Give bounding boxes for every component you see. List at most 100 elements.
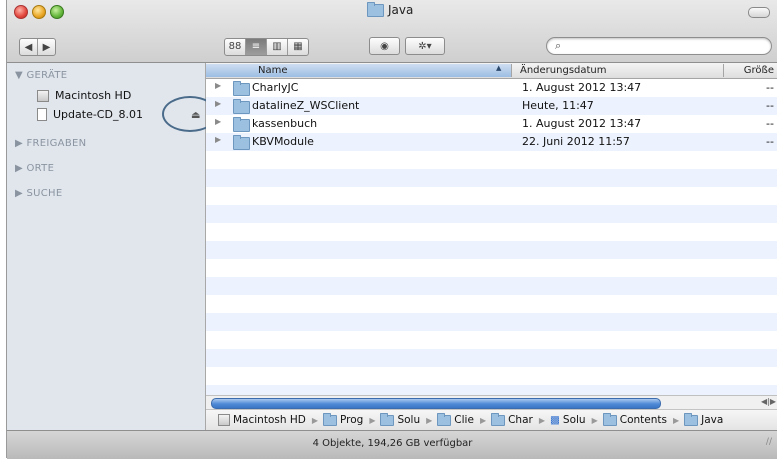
sidebar-header-devices[interactable]: ▼ GERÄTE (15, 70, 67, 81)
forward-button[interactable]: ▶ (38, 42, 55, 53)
coverflow-view-button[interactable]: ▦ (288, 39, 308, 55)
folder-icon (233, 81, 250, 96)
file-row[interactable]: ▶ CharlyJC 1. August 2012 13:47 -- (206, 79, 777, 97)
folder-icon (684, 412, 699, 426)
column-header-name[interactable]: Name (206, 64, 512, 77)
file-row[interactable]: ▶ datalineZ_WSClient Heute, 11:47 -- (206, 97, 777, 115)
disclosure-triangle-icon[interactable]: ▶ (215, 99, 221, 108)
empty-row (206, 313, 777, 331)
sidebar-header-search[interactable]: ▶ SUCHE (15, 188, 62, 199)
search-icon: ⌕ (555, 39, 562, 52)
icon-view-button[interactable]: 88 (225, 39, 246, 55)
folder-icon (602, 412, 617, 426)
gear-icon: ✲▾ (418, 40, 432, 52)
empty-row (206, 187, 777, 205)
back-button[interactable]: ◀ (20, 42, 37, 53)
empty-row (206, 367, 777, 385)
close-window-button[interactable] (14, 5, 28, 19)
path-item[interactable]: Char ▶ (491, 412, 548, 426)
window-title-text: Java (388, 3, 414, 17)
empty-row (206, 169, 777, 187)
search-input[interactable] (569, 39, 763, 53)
file-date: 1. August 2012 13:47 (522, 81, 642, 94)
empty-row (206, 295, 777, 313)
column-header-date[interactable]: Änderungsdatum (514, 64, 724, 77)
folder-icon (380, 412, 395, 426)
file-date: 22. Juni 2012 11:57 (522, 135, 630, 148)
disclosure-triangle-icon[interactable]: ▶ (215, 81, 221, 90)
empty-row (206, 331, 777, 349)
column-header: Name ▲ Änderungsdatum Größe (206, 63, 777, 79)
file-name: kassenbuch (252, 117, 318, 130)
file-row[interactable]: ▶ kassenbuch 1. August 2012 13:47 -- (206, 115, 777, 133)
column-view-button[interactable]: ▥ (267, 39, 288, 55)
folder-icon (437, 412, 452, 426)
zoom-window-button[interactable] (50, 5, 64, 19)
file-size: -- (766, 99, 774, 112)
path-item[interactable]: Macintosh HD ▶ (218, 414, 321, 426)
empty-row (206, 205, 777, 223)
file-row[interactable]: ▶ KBVModule 22. Juni 2012 11:57 -- (206, 133, 777, 151)
folder-icon (233, 117, 250, 132)
folder-icon (367, 1, 384, 17)
toolbar-toggle-button[interactable] (748, 7, 770, 18)
file-size: -- (766, 135, 774, 148)
sidebar-item-macintosh-hd[interactable]: Macintosh HD (37, 89, 131, 102)
disk-icon (37, 108, 47, 121)
folder-icon (233, 135, 250, 150)
drive-icon (218, 414, 230, 426)
empty-row (206, 241, 777, 259)
disclosure-triangle-icon[interactable]: ▶ (215, 117, 221, 126)
folder-icon (322, 412, 337, 426)
path-item[interactable]: ▩ Solu ▶ (550, 414, 601, 426)
sidebar-header-places[interactable]: ▶ ORTE (15, 163, 54, 174)
sidebar-item-label: Update-CD_8.01 (53, 108, 143, 121)
status-text: 4 Objekte, 194,26 GB verfügbar (312, 438, 473, 449)
file-name: datalineZ_WSClient (252, 99, 360, 112)
file-name: KBVModule (252, 135, 314, 148)
disclosure-triangle-icon[interactable]: ▶ (215, 135, 221, 144)
search-field[interactable]: ⌕ (546, 37, 772, 55)
list-view-button[interactable]: ≡ (246, 39, 267, 55)
eye-icon: ◉ (380, 40, 389, 52)
horizontal-scrollbar[interactable]: ◀|▶ (206, 395, 777, 410)
file-size: -- (766, 81, 774, 94)
empty-row (206, 277, 777, 295)
minimize-window-button[interactable] (32, 5, 46, 19)
view-mode-buttons: 88 ≡ ▥ ▦ (224, 38, 309, 56)
path-item[interactable]: Prog ▶ (322, 412, 378, 426)
folder-icon (491, 412, 506, 426)
file-name: CharlyJC (252, 81, 299, 94)
path-bar: Macintosh HD ▶ Prog ▶ Solu ▶ Clie ▶ Char ▶ ▩ S… (206, 409, 777, 430)
file-list: Name ▲ Änderungsdatum Größe ▶ CharlyJC 1… (206, 63, 777, 403)
toolbar: Java ◀ ▶ 88 ≡ ▥ ▦ ◉ ✲▾ ⌕ (7, 0, 777, 63)
status-bar: 4 Objekte, 194,26 GB verfügbar ∕∕ (7, 430, 777, 459)
path-item[interactable]: Contents ▶ (602, 412, 682, 426)
empty-row (206, 223, 777, 241)
quicklook-button[interactable]: ◉ (369, 37, 400, 55)
empty-row (206, 349, 777, 367)
back-forward-buttons: ◀ ▶ (19, 38, 56, 56)
scrollbar-thumb[interactable] (211, 398, 661, 409)
empty-row (206, 151, 777, 169)
action-menu-button[interactable]: ✲▾ (405, 37, 445, 55)
scroll-arrows-icon[interactable]: ◀|▶ (761, 397, 776, 406)
folder-icon (233, 99, 250, 114)
sidebar-item-label: Macintosh HD (55, 89, 132, 102)
file-size: -- (766, 117, 774, 130)
file-date: Heute, 11:47 (522, 99, 594, 112)
sidebar-header-shared[interactable]: ▶ FREIGABEN (15, 138, 86, 149)
column-header-size[interactable]: Größe (725, 64, 777, 77)
finder-window: Java ◀ ▶ 88 ≡ ▥ ▦ ◉ ✲▾ ⌕ ▼ GERÄTE Macint… (6, 0, 777, 459)
window-title: Java (367, 1, 414, 17)
path-item[interactable]: Clie ▶ (437, 412, 489, 426)
file-rows: ▶ CharlyJC 1. August 2012 13:47 -- ▶ dat… (206, 79, 777, 403)
empty-row (206, 259, 777, 277)
app-icon: ▩ (550, 414, 560, 426)
path-item[interactable]: Solu ▶ (380, 412, 435, 426)
file-date: 1. August 2012 13:47 (522, 117, 642, 130)
sidebar-item-update-cd[interactable]: Update-CD_8.01 (37, 108, 143, 121)
path-item[interactable]: Java (684, 412, 723, 426)
drive-icon (37, 89, 49, 102)
resize-grip-icon[interactable]: ∕∕ (766, 429, 772, 455)
